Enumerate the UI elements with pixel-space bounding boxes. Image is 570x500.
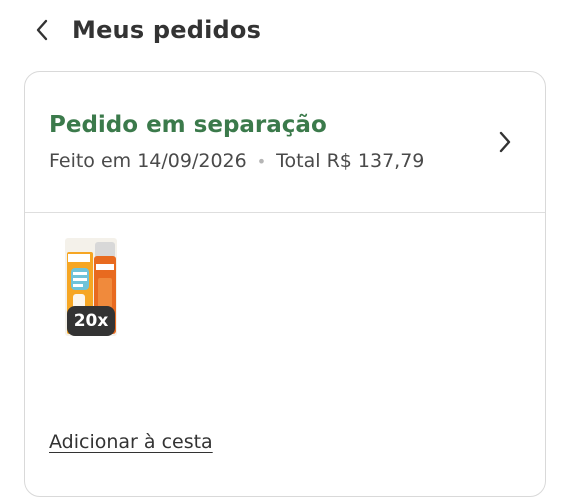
order-detail-button[interactable] — [495, 128, 515, 156]
order-total: Total R$ 137,79 — [276, 150, 425, 172]
order-meta: Feito em 14/09/2026 • Total R$ 137,79 — [49, 148, 424, 175]
page-title: Meus pedidos — [72, 16, 262, 44]
header: Meus pedidos — [0, 0, 570, 62]
order-status: Pedido em separação — [49, 112, 327, 138]
add-to-basket-link[interactable]: Adicionar à cesta — [49, 429, 213, 455]
order-date: Feito em 14/09/2026 — [49, 150, 247, 172]
quantity-badge: 20x — [67, 306, 115, 336]
back-button[interactable] — [26, 12, 58, 48]
meta-separator: • — [256, 152, 267, 171]
chevron-right-icon — [499, 131, 511, 153]
order-summary[interactable]: Pedido em separação Feito em 14/09/2026 •… — [25, 72, 545, 213]
order-card: Pedido em separação Feito em 14/09/2026 •… — [24, 71, 546, 497]
chevron-left-icon — [36, 19, 48, 41]
